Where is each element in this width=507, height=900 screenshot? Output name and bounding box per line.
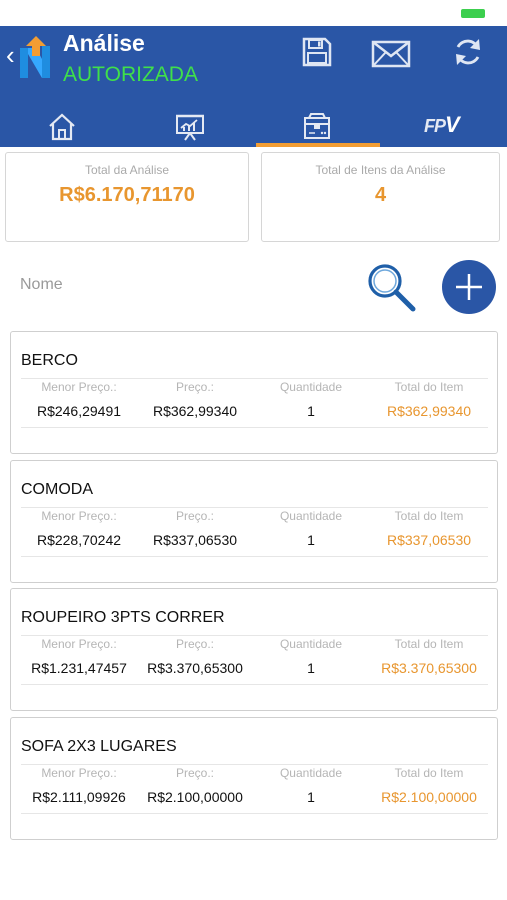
tab-fpv[interactable]: FPV [424,112,460,152]
price-value: R$2.100,00000 [147,789,243,805]
total-analysis-value: R$6.170,71170 [59,184,195,206]
tab-fpv-label-suffix: V [445,112,460,137]
refresh-icon[interactable] [452,36,484,68]
search-icon[interactable] [364,260,418,314]
price-value: R$3.370,65300 [147,660,243,676]
tab-fpv-label: FP [424,116,446,136]
item-total-value: R$2.100,00000 [381,789,477,805]
total-header: Total do Item [394,766,464,780]
search-input[interactable]: Nome [20,276,63,294]
add-item-button[interactable] [442,260,496,314]
quantity-header: Quantidade [279,509,343,523]
item-total-value: R$3.370,65300 [381,660,477,676]
active-tab-indicator [256,143,380,147]
price-value: R$337,06530 [152,532,238,548]
item-card[interactable]: COMODA Menor Preço.: Preço.: Quantidade … [10,460,498,583]
price-header: Preço.: [175,380,214,394]
item-name: SOFA 2X3 LUGARES [21,738,177,755]
total-items-card: Total de Itens da Análise 4 [261,152,500,242]
total-items-value: 4 [374,184,387,206]
item-details: Menor Preço.: Preço.: Quantidade Total d… [21,764,488,814]
status-label: AUTORIZADA [63,63,198,86]
item-details: Menor Preço.: Preço.: Quantidade Total d… [21,378,488,428]
item-total-value: R$337,06530 [386,532,472,548]
item-card[interactable]: BERCO Menor Preço.: Preço.: Quantidade T… [10,331,498,454]
tab-chart-board-icon[interactable] [175,107,205,147]
min-price-value: R$1.231,47457 [31,660,127,676]
header-bar: ‹ Análise AUTORIZADA FPV [0,26,507,147]
tab-box-icon[interactable] [302,107,332,147]
total-header: Total do Item [394,509,464,523]
item-name: BERCO [21,352,78,369]
min-price-value: R$228,70242 [36,532,122,548]
quantity-header: Quantidade [279,766,343,780]
min-price-header: Menor Preço.: [41,766,117,780]
page-title: Análise [63,30,145,56]
min-price-header: Menor Preço.: [41,509,117,523]
price-header: Preço.: [175,637,214,651]
search-row: Nome [0,256,507,318]
total-header: Total do Item [394,637,464,651]
quantity-value: 1 [307,789,315,805]
quantity-value: 1 [307,532,315,548]
tab-home-icon[interactable] [47,107,77,147]
quantity-value: 1 [307,403,315,419]
total-items-label: Total de Itens da Análise [315,163,446,177]
min-price-value: R$246,29491 [36,403,122,419]
quantity-header: Quantidade [279,380,343,394]
app-logo-icon [20,36,50,78]
item-name: COMODA [21,481,93,498]
total-header: Total do Item [394,380,464,394]
status-bar [0,0,507,26]
total-analysis-label: Total da Análise [84,163,170,177]
price-header: Preço.: [175,509,214,523]
item-name: ROUPEIRO 3PTS CORRER [21,609,225,626]
quantity-value: 1 [307,660,315,676]
total-analysis-card: Total da Análise R$6.170,71170 [5,152,249,242]
mail-icon[interactable] [371,40,411,68]
save-icon[interactable] [301,36,333,68]
item-details: Menor Preço.: Preço.: Quantidade Total d… [21,507,488,557]
item-card[interactable]: ROUPEIRO 3PTS CORRER Menor Preço.: Preço… [10,588,498,711]
item-total-value: R$362,99340 [386,403,472,419]
quantity-header: Quantidade [279,637,343,651]
item-card[interactable]: SOFA 2X3 LUGARES Menor Preço.: Preço.: Q… [10,717,498,840]
min-price-value: R$2.111,09926 [32,789,126,805]
price-header: Preço.: [175,766,214,780]
min-price-header: Menor Preço.: [41,637,117,651]
min-price-header: Menor Preço.: [41,380,117,394]
plus-icon [456,274,482,300]
price-value: R$362,99340 [152,403,238,419]
item-details: Menor Preço.: Preço.: Quantidade Total d… [21,635,488,685]
battery-icon [461,9,485,18]
